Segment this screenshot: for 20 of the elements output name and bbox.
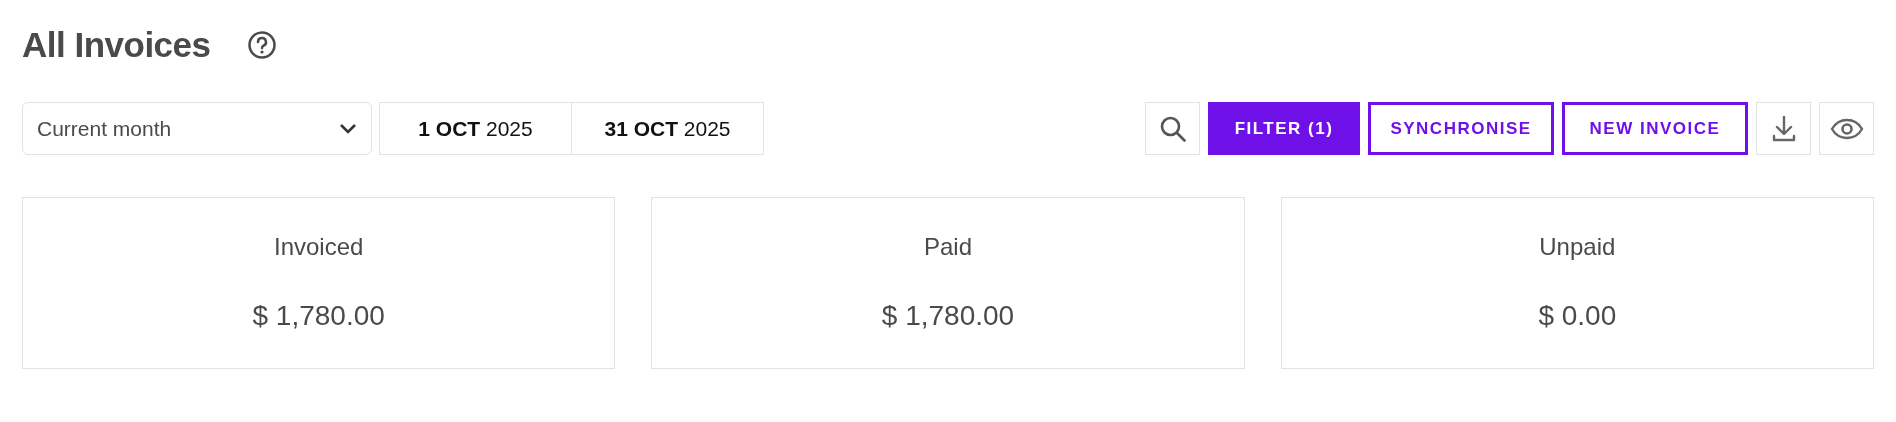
download-icon[interactable] [1756, 102, 1811, 155]
help-icon[interactable] [246, 30, 277, 60]
card-label: Invoiced [273, 232, 364, 262]
card-amount: $ 1,780.00 [881, 299, 1015, 333]
card-amount: $ 1,780.00 [252, 299, 385, 333]
filter-button[interactable]: FILTER (1) [1208, 102, 1360, 155]
page-title: All Invoices [22, 24, 211, 66]
date-field[interactable]: 31 OCT 2025 [571, 102, 764, 155]
date-text: 31 OCT 2025 [604, 115, 731, 142]
action-button[interactable]: SYNCHRONISE [1368, 102, 1554, 155]
period-dropdown[interactable]: Current month [22, 102, 372, 155]
search-icon[interactable] [1145, 102, 1200, 155]
card-label: Unpaid [1539, 232, 1616, 262]
chevron-down-icon [339, 123, 357, 134]
date-field[interactable]: 1 OCT 2025 [379, 102, 572, 155]
card-amount: $ 0.00 [1538, 299, 1617, 333]
action-button[interactable]: NEW INVOICE [1562, 102, 1748, 155]
eye-icon[interactable] [1819, 102, 1874, 155]
date-text: 1 OCT 2025 [418, 115, 533, 142]
card-label: Paid [923, 232, 972, 262]
